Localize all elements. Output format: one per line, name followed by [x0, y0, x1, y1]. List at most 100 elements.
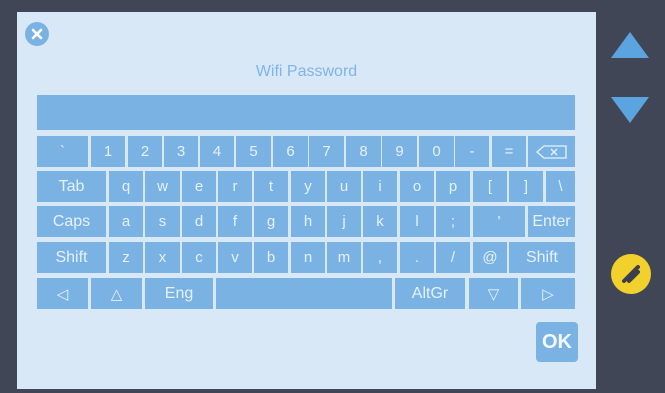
- key-x[interactable]: x: [145, 242, 180, 273]
- key-symbol[interactable]: -: [455, 136, 489, 167]
- key-o[interactable]: o: [400, 171, 434, 202]
- key-q[interactable]: q: [109, 171, 143, 202]
- key-symbol[interactable]: ;: [436, 206, 470, 237]
- key-label: [: [487, 178, 493, 195]
- key-symbol[interactable]: =: [492, 136, 526, 167]
- key-n[interactable]: n: [291, 242, 325, 273]
- scroll-up-button[interactable]: [609, 30, 651, 65]
- key-l[interactable]: l: [400, 206, 434, 237]
- key-u[interactable]: u: [327, 171, 361, 202]
- key-label: u: [339, 178, 349, 195]
- key-v[interactable]: v: [218, 242, 252, 273]
- key-y[interactable]: y: [291, 171, 325, 202]
- key-label: 4: [212, 143, 222, 160]
- key-symbol[interactable]: ,: [363, 242, 397, 273]
- key-6[interactable]: 6: [273, 136, 308, 167]
- key-label: 1: [103, 143, 113, 160]
- key-label: v: [231, 249, 239, 266]
- key-shift[interactable]: Shift: [37, 242, 106, 273]
- arrow-left-key[interactable]: ◁: [37, 278, 88, 309]
- key-label: 3: [176, 143, 186, 160]
- password-input[interactable]: [37, 95, 575, 130]
- key-d[interactable]: d: [182, 206, 216, 237]
- key-symbol[interactable]: `: [37, 136, 88, 167]
- key-9[interactable]: 9: [382, 136, 417, 167]
- key-label: y: [304, 178, 312, 195]
- arrow-up-key[interactable]: △: [91, 278, 142, 309]
- key-p[interactable]: p: [436, 171, 470, 202]
- key-g[interactable]: g: [254, 206, 288, 237]
- key-tab[interactable]: Tab: [37, 171, 106, 202]
- arrow-down-key[interactable]: ▽: [469, 278, 518, 309]
- key-caps[interactable]: Caps: [37, 206, 106, 237]
- scroll-down-button[interactable]: [609, 95, 651, 130]
- key-label: 2: [140, 143, 150, 160]
- key-label: x: [158, 249, 167, 266]
- space-key[interactable]: [216, 278, 392, 309]
- key-3[interactable]: 3: [164, 136, 198, 167]
- key-label: a: [121, 213, 131, 230]
- key-shift[interactable]: Shift: [509, 242, 575, 273]
- keyboard-row: Tab q w e r t y u i o p [] \: [37, 171, 575, 202]
- key-7[interactable]: 7: [309, 136, 344, 167]
- key-eng[interactable]: Eng: [145, 278, 213, 309]
- ok-button[interactable]: OK: [536, 322, 578, 362]
- key-label: z: [122, 249, 130, 266]
- key-b[interactable]: b: [254, 242, 288, 273]
- arrow-right-key[interactable]: ▷: [521, 278, 575, 309]
- key-j[interactable]: j: [327, 206, 361, 237]
- key-h[interactable]: h: [291, 206, 325, 237]
- key-label: c: [195, 249, 203, 266]
- key-symbol[interactable]: ]: [509, 171, 543, 202]
- key-4[interactable]: 4: [200, 136, 234, 167]
- key-t[interactable]: t: [254, 171, 288, 202]
- wrench-icon: [622, 265, 640, 283]
- key-label: t: [268, 178, 274, 195]
- key-label: r: [232, 178, 238, 195]
- keyboard-dialog: Wifi Password ` 1 2 3 4 5 6 7 8 9 0 - = Tab q w e r t y u i o p…: [17, 12, 596, 389]
- key-5[interactable]: 5: [236, 136, 271, 167]
- key-symbol[interactable]: ': [473, 206, 525, 237]
- key-k[interactable]: k: [363, 206, 397, 237]
- key-symbol[interactable]: [: [473, 171, 507, 202]
- key-label: m: [337, 249, 351, 266]
- close-button[interactable]: [25, 22, 49, 46]
- key-label: /: [450, 249, 456, 266]
- key-enter[interactable]: Enter: [528, 206, 575, 237]
- key-e[interactable]: e: [182, 171, 216, 202]
- key-a[interactable]: a: [109, 206, 143, 237]
- key-label: b: [266, 249, 276, 266]
- key-label: \: [558, 178, 563, 195]
- backspace-key[interactable]: [528, 136, 575, 167]
- key-2[interactable]: 2: [128, 136, 162, 167]
- key-label: `: [60, 143, 65, 160]
- key-1[interactable]: 1: [91, 136, 125, 167]
- key-label: ◁: [56, 285, 69, 303]
- key-symbol[interactable]: \: [546, 171, 575, 202]
- key-label: @: [482, 249, 498, 266]
- keyboard-row: ◁ △ Eng AltGr ▽ ▷: [37, 278, 575, 309]
- key-label: k: [376, 213, 384, 230]
- settings-button[interactable]: [611, 254, 651, 294]
- key-label: d: [194, 213, 204, 230]
- key-s[interactable]: s: [145, 206, 180, 237]
- key-0[interactable]: 0: [419, 136, 454, 167]
- key-altgr[interactable]: AltGr: [395, 278, 465, 309]
- key-label: ': [497, 213, 501, 230]
- key-8[interactable]: 8: [346, 136, 381, 167]
- key-label: h: [303, 213, 313, 230]
- key-label: .: [414, 249, 420, 266]
- key-symbol[interactable]: /: [436, 242, 470, 273]
- key-m[interactable]: m: [327, 242, 361, 273]
- key-w[interactable]: w: [145, 171, 180, 202]
- key-f[interactable]: f: [218, 206, 252, 237]
- key-symbol[interactable]: @: [473, 242, 507, 273]
- key-i[interactable]: i: [363, 171, 397, 202]
- triangle-down-icon: [611, 97, 649, 123]
- key-r[interactable]: r: [218, 171, 252, 202]
- key-symbol[interactable]: .: [400, 242, 434, 273]
- key-label: =: [504, 143, 514, 160]
- key-label: l: [415, 213, 419, 230]
- key-z[interactable]: z: [109, 242, 143, 273]
- key-c[interactable]: c: [182, 242, 216, 273]
